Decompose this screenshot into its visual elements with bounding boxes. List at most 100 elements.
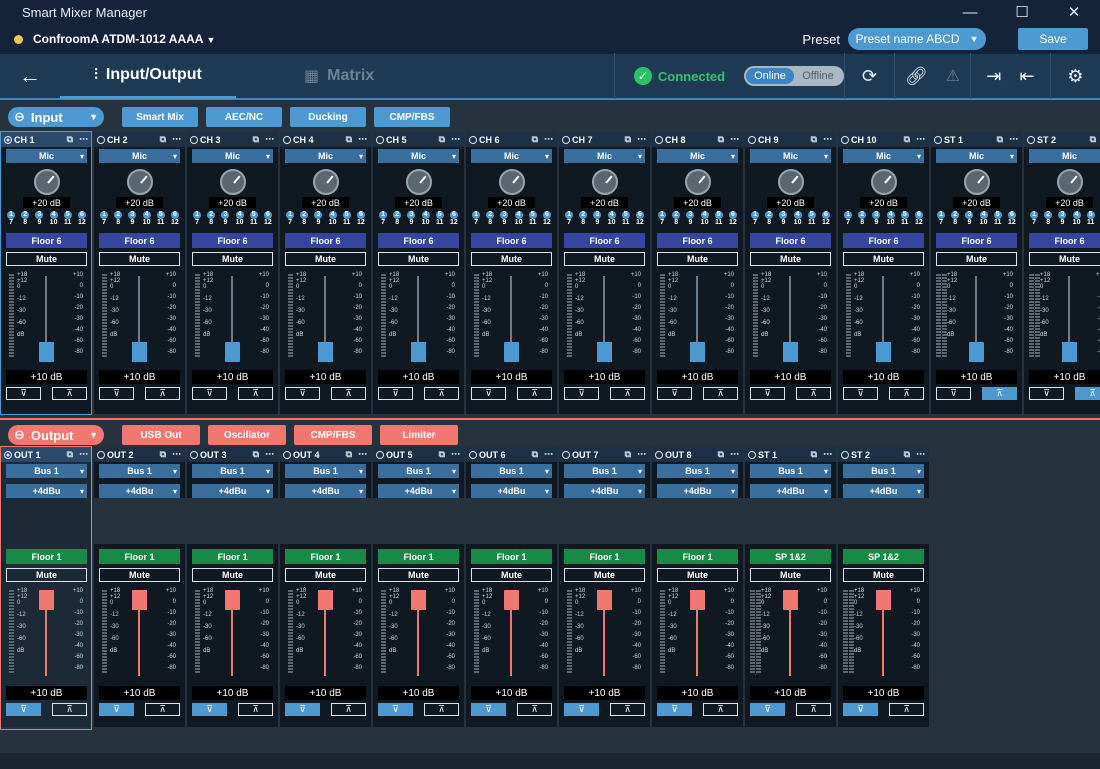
- step-up-icon[interactable]: ⊼: [145, 703, 180, 716]
- bus-dropdown[interactable]: Bus 1: [471, 464, 552, 478]
- input-type-dropdown[interactable]: Mic: [564, 149, 645, 163]
- step-down-icon[interactable]: ⊽: [843, 703, 878, 716]
- export-icon[interactable]: ⇤: [1020, 66, 1035, 87]
- step-up-icon[interactable]: ⊼: [238, 703, 273, 716]
- matrix-number[interactable]: 3: [407, 211, 416, 219]
- fader-handle[interactable]: [132, 590, 147, 610]
- more-icon[interactable]: ⋯: [79, 134, 88, 145]
- aec-nc-button[interactable]: AEC/NC: [206, 107, 282, 127]
- matrix-number[interactable]: 7: [748, 219, 762, 227]
- step-down-icon[interactable]: ⊽: [192, 703, 227, 716]
- matrix-number[interactable]: 2: [207, 211, 216, 219]
- popout-icon[interactable]: ⧉: [625, 449, 631, 460]
- gain-knob[interactable]: [312, 169, 339, 195]
- select-radio[interactable]: [4, 135, 12, 144]
- matrix-number[interactable]: 1: [7, 211, 16, 219]
- matrix-number[interactable]: 7: [190, 219, 204, 227]
- select-radio[interactable]: [841, 135, 849, 144]
- input-type-dropdown[interactable]: Mic: [657, 149, 738, 163]
- save-button[interactable]: Save: [1018, 28, 1088, 50]
- mute-button[interactable]: Mute: [657, 252, 738, 266]
- matrix-number[interactable]: 9: [218, 219, 232, 227]
- matrix-number[interactable]: 4: [514, 211, 523, 219]
- matrix-number[interactable]: 12: [354, 219, 368, 227]
- back-arrow-icon[interactable]: ←: [0, 53, 60, 99]
- bus-dropdown[interactable]: Bus 1: [657, 464, 738, 478]
- usb-out-button[interactable]: USB Out: [122, 425, 200, 445]
- smart-mix-button[interactable]: Smart Mix: [122, 107, 198, 127]
- step-up-icon[interactable]: ⊼: [796, 703, 831, 716]
- output-level-dropdown[interactable]: +4dBu: [843, 484, 924, 498]
- mute-button[interactable]: Mute: [1029, 252, 1100, 266]
- popout-icon[interactable]: ⧉: [811, 134, 817, 145]
- mute-button[interactable]: Mute: [6, 252, 87, 266]
- route-button[interactable]: Floor 6: [192, 233, 273, 248]
- cmp-fbs-out-button[interactable]: CMP/FBS: [294, 425, 372, 445]
- matrix-number[interactable]: 5: [528, 211, 537, 219]
- matrix-number[interactable]: 3: [128, 211, 137, 219]
- mute-button[interactable]: Mute: [471, 252, 552, 266]
- matrix-number[interactable]: 4: [886, 211, 895, 219]
- matrix-number[interactable]: 3: [779, 211, 788, 219]
- step-down-icon[interactable]: ⊽: [471, 387, 506, 400]
- matrix-number[interactable]: 2: [579, 211, 588, 219]
- more-icon[interactable]: ⋯: [916, 134, 925, 145]
- matrix-number[interactable]: 2: [300, 211, 309, 219]
- mute-button[interactable]: Mute: [192, 568, 273, 582]
- step-down-icon[interactable]: ⊽: [750, 703, 785, 716]
- matrix-number[interactable]: 8: [204, 219, 218, 227]
- matrix-number[interactable]: 4: [1072, 211, 1081, 219]
- select-radio[interactable]: [190, 450, 198, 459]
- route-button[interactable]: Floor 6: [750, 233, 831, 248]
- refresh-button[interactable]: ⟳: [844, 53, 894, 99]
- matrix-number[interactable]: 9: [683, 219, 697, 227]
- route-button[interactable]: Floor 6: [936, 233, 1017, 248]
- route-button[interactable]: Floor 6: [378, 233, 459, 248]
- matrix-number[interactable]: 8: [297, 219, 311, 227]
- matrix-number[interactable]: 6: [77, 211, 86, 219]
- matrix-number[interactable]: 1: [379, 211, 388, 219]
- fader-handle[interactable]: [969, 342, 984, 362]
- step-down-icon[interactable]: ⊽: [750, 387, 785, 400]
- ducking-button[interactable]: Ducking: [290, 107, 366, 127]
- more-icon[interactable]: ⋯: [451, 449, 460, 460]
- input-selector[interactable]: ⊖ Input ▼: [8, 107, 104, 127]
- route-button[interactable]: Floor 1: [285, 549, 366, 564]
- matrix-number[interactable]: 2: [765, 211, 774, 219]
- mute-button[interactable]: Mute: [843, 568, 924, 582]
- matrix-number[interactable]: 11: [154, 219, 168, 227]
- matrix-number[interactable]: 7: [562, 219, 576, 227]
- offline-option[interactable]: Offline: [794, 70, 842, 82]
- input-type-dropdown[interactable]: Mic: [285, 149, 366, 163]
- bus-dropdown[interactable]: Bus 1: [285, 464, 366, 478]
- output-selector[interactable]: ⊖ Output ▼: [8, 425, 104, 445]
- matrix-number[interactable]: 1: [658, 211, 667, 219]
- select-radio[interactable]: [748, 135, 756, 144]
- step-up-icon[interactable]: ⊼: [610, 387, 645, 400]
- popout-icon[interactable]: ⧉: [253, 449, 259, 460]
- bus-dropdown[interactable]: Bus 1: [564, 464, 645, 478]
- popout-icon[interactable]: ⧉: [532, 449, 538, 460]
- matrix-number[interactable]: 10: [698, 219, 712, 227]
- oscillator-button[interactable]: Oscillator: [208, 425, 286, 445]
- more-icon[interactable]: ⋯: [451, 134, 460, 145]
- matrix-number[interactable]: 6: [914, 211, 923, 219]
- step-up-icon[interactable]: ⊼: [52, 703, 87, 716]
- matrix-number[interactable]: 6: [263, 211, 272, 219]
- select-radio[interactable]: [562, 135, 570, 144]
- select-radio[interactable]: [4, 450, 12, 459]
- popout-icon[interactable]: ⧉: [904, 134, 910, 145]
- gain-knob[interactable]: [963, 169, 990, 195]
- route-button[interactable]: Floor 6: [285, 233, 366, 248]
- mute-button[interactable]: Mute: [564, 252, 645, 266]
- matrix-number[interactable]: 6: [356, 211, 365, 219]
- route-button[interactable]: Floor 6: [1029, 233, 1100, 248]
- step-up-icon[interactable]: ⊼: [331, 387, 366, 400]
- popout-icon[interactable]: ⧉: [346, 449, 352, 460]
- popout-icon[interactable]: ⧉: [160, 134, 166, 145]
- more-icon[interactable]: ⋯: [1009, 134, 1018, 145]
- step-up-icon[interactable]: ⊼: [424, 387, 459, 400]
- fader-handle[interactable]: [411, 342, 426, 362]
- input-type-dropdown[interactable]: Mic: [99, 149, 180, 163]
- settings-button[interactable]: ⚙: [1050, 53, 1100, 99]
